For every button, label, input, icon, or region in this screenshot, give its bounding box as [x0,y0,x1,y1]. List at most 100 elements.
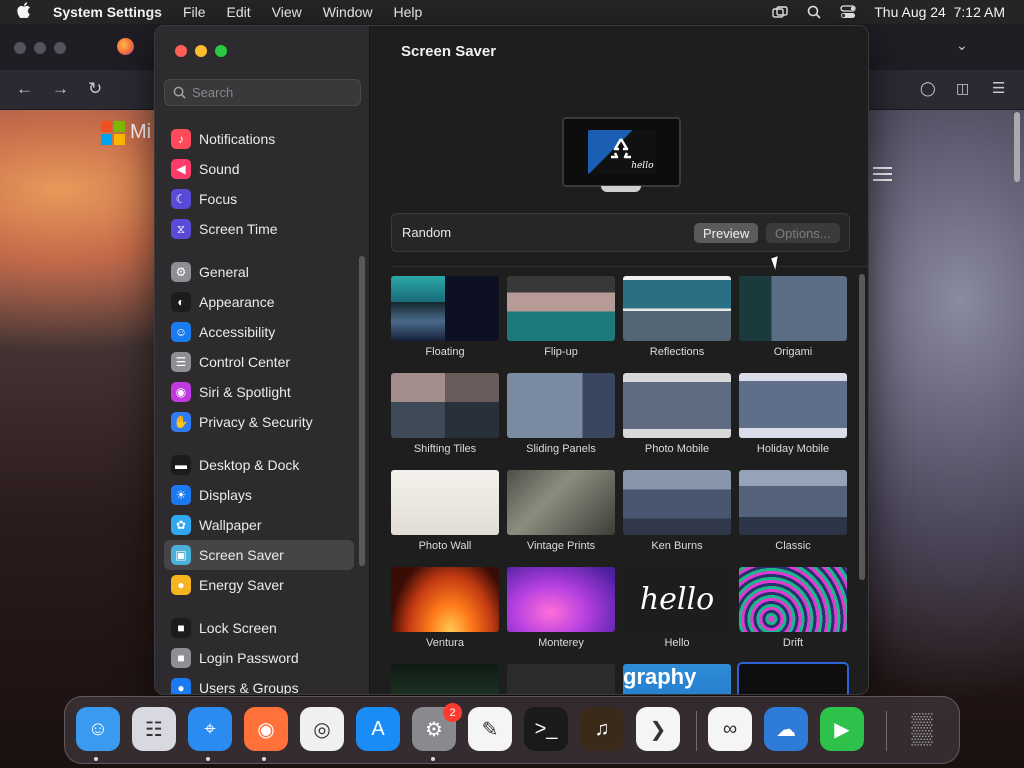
screen-saver-thumbnail[interactable] [739,276,847,341]
screen-saver-tile-photo-wall[interactable]: Photo Wall [391,470,499,552]
apple-logo-icon[interactable] [17,2,35,22]
screen-saver-thumbnail[interactable] [739,470,847,535]
menu-app-name[interactable]: System Settings [53,4,162,20]
sidebar-item-control-center[interactable]: ☰ Control Center [164,347,354,377]
screen-saver-thumbnail[interactable] [391,276,499,341]
menu-help[interactable]: Help [394,4,423,20]
close-button[interactable] [175,45,187,57]
sidebar-scrollbar[interactable] [359,256,365,566]
terminal-icon[interactable]: >_ [524,707,568,751]
textedit-icon[interactable]: ✎ [468,707,512,751]
screen-mirroring-icon[interactable] [772,5,788,19]
sidebar-item-users-and-groups[interactable]: ● Users & Groups [164,673,354,694]
browser-zoom-dot[interactable] [54,42,66,54]
screen-saver-tile-reflections[interactable]: Reflections [623,276,731,358]
garageband-icon[interactable]: ♫ [580,707,624,751]
browser-scrollbar[interactable] [1014,112,1020,182]
menu-view[interactable]: View [272,4,302,20]
menu-file[interactable]: File [183,4,206,20]
sidebar-item-sound[interactable]: ◀ Sound [164,154,354,184]
screen-saver-thumbnail[interactable] [391,567,499,632]
screen-saver-thumbnail[interactable]: Aa [507,664,615,694]
sidebar-item-siri-and-spotlight[interactable]: ◉ Siri & Spotlight [164,377,354,407]
visualstudio-icon[interactable]: ∞ [708,707,752,751]
chrome-icon[interactable]: ◎ [300,707,344,751]
sidebar-item-login-password[interactable]: ■ Login Password [164,643,354,673]
menu-window[interactable]: Window [323,4,373,20]
screen-saver-tile-item-19[interactable]: graphy [623,664,731,694]
weather-icon[interactable]: ☁ [764,707,808,751]
screen-saver-tile-origami[interactable]: Origami [739,276,847,358]
browser-minimize-dot[interactable] [34,42,46,54]
screen-saver-thumbnail[interactable] [623,276,731,341]
search-field[interactable] [164,79,361,106]
sidebar-item-displays[interactable]: ☀ Displays [164,480,354,510]
sidebar-item-privacy-and-security[interactable]: ✋ Privacy & Security [164,407,354,437]
preview-button[interactable]: Preview [694,223,759,243]
launchpad-icon[interactable]: ☷ [132,707,176,751]
sidebar-item-wallpaper[interactable]: ✿ Wallpaper [164,510,354,540]
screen-saver-tile-floating[interactable]: Floating [391,276,499,358]
screen-saver-thumbnail[interactable] [507,373,615,438]
screen-saver-tile-vintage-prints[interactable]: Vintage Prints [507,470,615,552]
screen-saver-thumbnail[interactable] [391,470,499,535]
screen-saver-tile-item-18[interactable]: Aa [507,664,615,694]
screen-saver-thumbnail[interactable] [391,373,499,438]
screen-saver-thumbnail[interactable] [507,470,615,535]
screen-saver-tile-monterey[interactable]: Monterey [507,567,615,649]
sidebar-item-general[interactable]: ⚙ General [164,257,354,287]
finder-icon[interactable]: ☺ [76,707,120,751]
screen-saver-tile-ken-burns[interactable]: Ken Burns [623,470,731,552]
screen-saver-tile-shifting-tiles[interactable]: Shifting Tiles [391,373,499,455]
sidebar-item-lock-screen[interactable]: ■ Lock Screen [164,613,354,643]
screen-saver-thumbnail[interactable] [623,470,731,535]
spotlight-search-icon[interactable] [806,5,822,19]
sidebar-item-energy-saver[interactable]: ● Energy Saver [164,570,354,600]
screen-saver-tile-hello[interactable]: hello Hello [623,567,731,649]
screen-saver-thumbnail[interactable]: hello [623,567,731,632]
firefox-tab-icon[interactable] [117,38,134,55]
screen-saver-tile-classic[interactable]: Classic [739,470,847,552]
chevron-down-icon[interactable]: ⌄ [956,37,968,54]
options-button[interactable]: Options... [766,223,840,243]
back-arrow-icon[interactable]: ← [16,79,33,99]
settings-icon[interactable]: ⚙ 2 [412,703,462,751]
screen-saver-tile-drift[interactable]: Drift [739,567,847,649]
screen-saver-thumbnail[interactable]: graphy [623,664,731,694]
safari-icon[interactable]: ⌖ [188,707,232,751]
screen-saver-thumbnail[interactable] [739,567,847,632]
screen-saver-thumbnail[interactable] [507,276,615,341]
trash-icon[interactable]: ▒ [900,707,944,751]
reload-icon[interactable]: ↻ [88,79,102,99]
vscode-icon[interactable]: ❯ [636,707,680,751]
minimize-button[interactable] [195,45,207,57]
appstore-icon[interactable]: A [356,707,400,751]
screen-saver-tile-holiday-mobile[interactable]: Holiday Mobile [739,373,847,455]
screen-saver-tile-flip-up[interactable]: Flip-up [507,276,615,358]
menu-edit[interactable]: Edit [227,4,251,20]
sidebar-item-appearance[interactable]: ◐ Appearance [164,287,354,317]
sidebar-item-screen-time[interactable]: ⧖ Screen Time [164,214,354,244]
screen-saver-tile-item-20[interactable] [737,662,849,694]
forward-arrow-icon[interactable]: → [52,79,69,99]
menu-clock[interactable]: Thu Aug 24 7:12 AM [874,4,1005,20]
menu-icon[interactable]: ☰ [992,79,1005,97]
screen-saver-tile-sliding-panels[interactable]: Sliding Panels [507,373,615,455]
page-hamburger-icon[interactable] [873,167,892,185]
extensions-icon[interactable]: ◫ [956,80,969,97]
facetime-icon[interactable]: ▶ [820,707,864,751]
screen-saver-tile-ventura[interactable]: Ventura [391,567,499,649]
control-center-icon[interactable] [840,5,856,19]
sidebar-item-desktop-and-dock[interactable]: ▬ Desktop & Dock [164,450,354,480]
sidebar-item-screen-saver[interactable]: ▣ Screen Saver [164,540,354,570]
firefox-icon[interactable]: ◉ [244,707,288,751]
screen-saver-thumbnail[interactable] [737,662,849,694]
pocket-icon[interactable]: ◯ [920,80,936,97]
sidebar-item-notifications[interactable]: ♪ Notifications [164,124,354,154]
screen-saver-thumbnail[interactable] [739,373,847,438]
screen-saver-thumbnail[interactable] [507,567,615,632]
main-scrollbar[interactable] [859,274,865,580]
screen-saver-thumbnail[interactable] [391,664,499,694]
sidebar-item-accessibility[interactable]: ☺ Accessibility [164,317,354,347]
sidebar-item-focus[interactable]: ☾ Focus [164,184,354,214]
